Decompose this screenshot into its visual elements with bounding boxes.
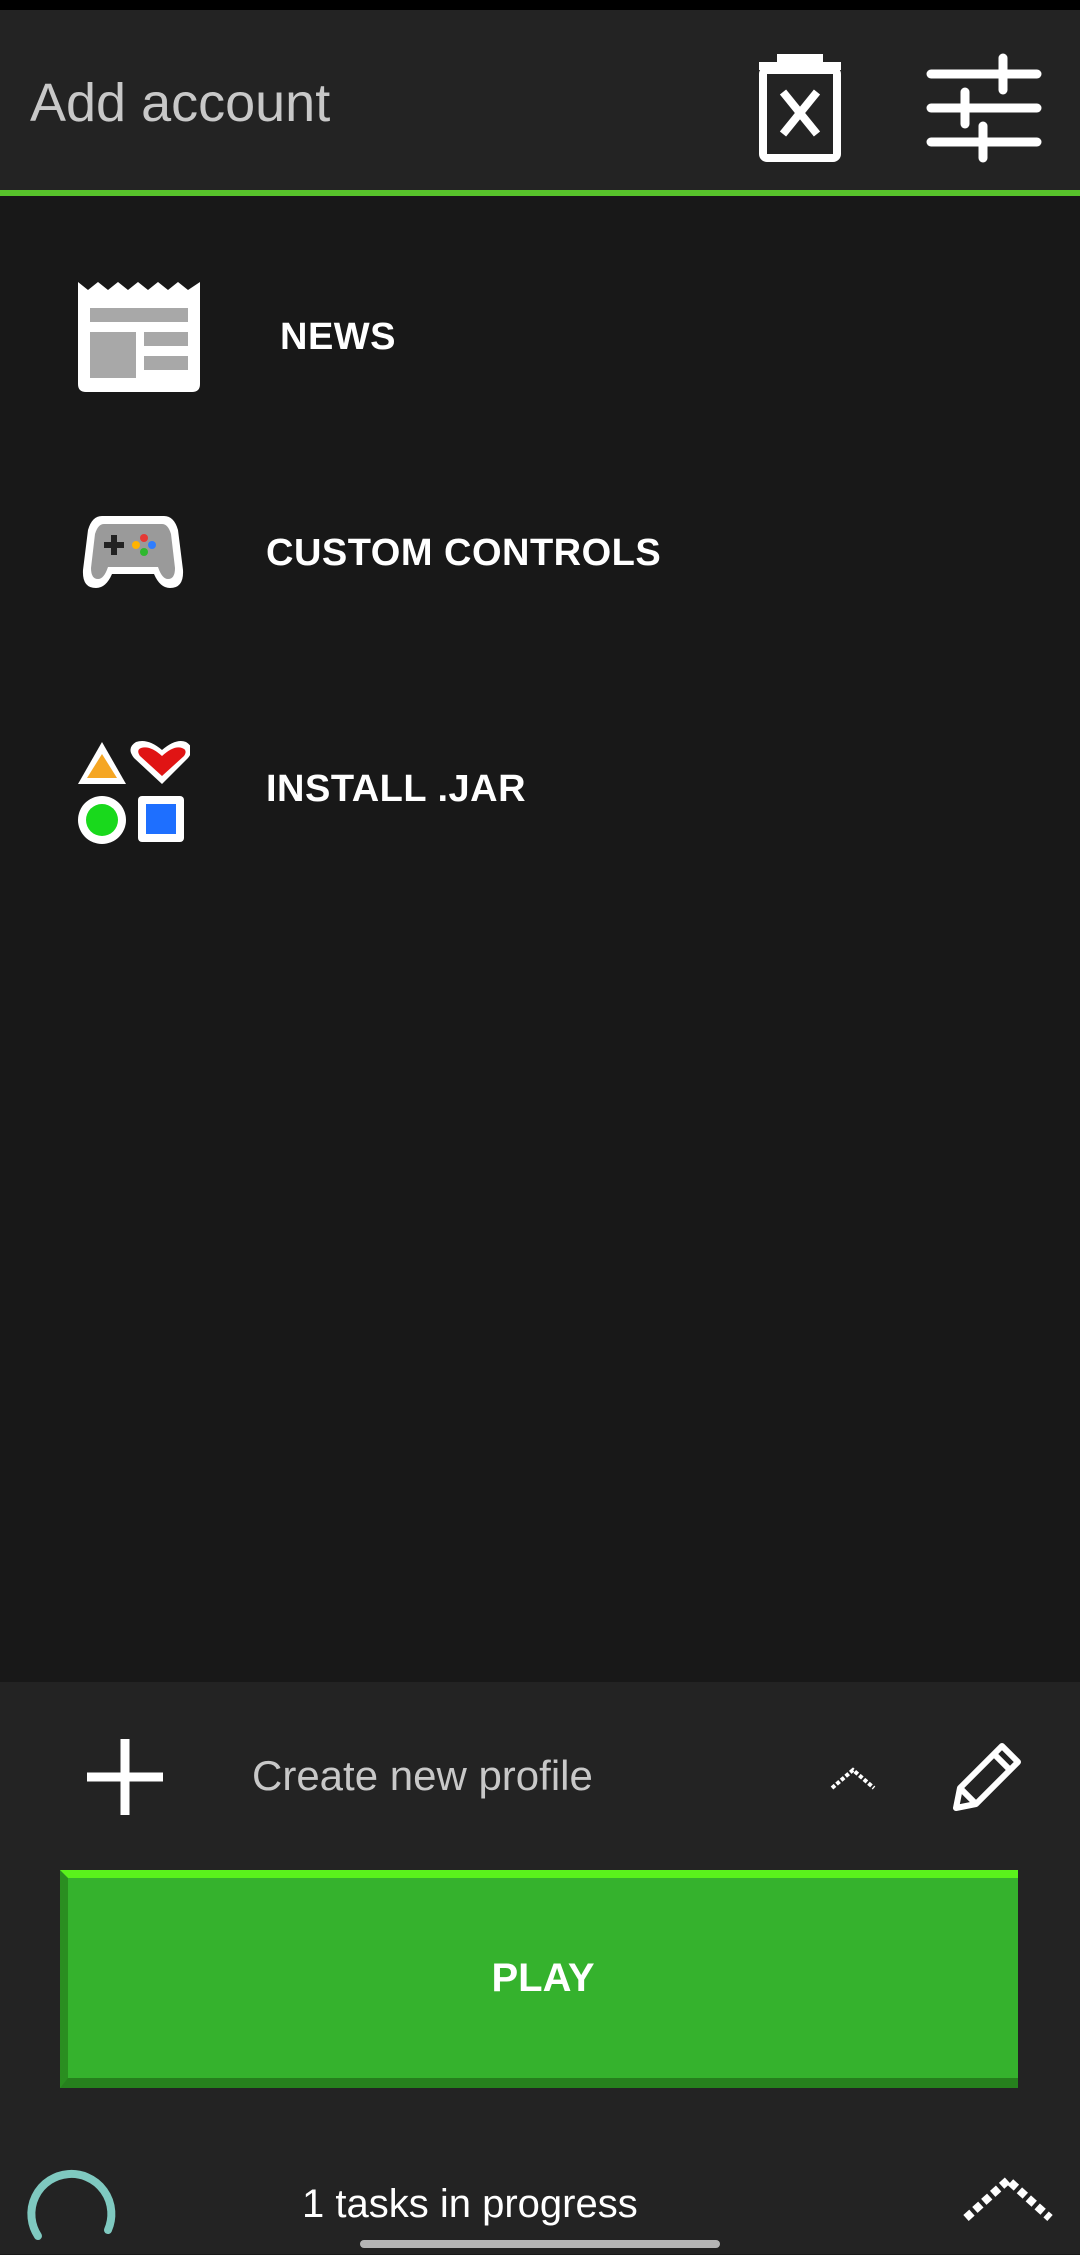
add-account-button[interactable]: Add account [30, 72, 330, 134]
play-button-label: PLAY [491, 1955, 595, 2000]
play-button[interactable]: PLAY [60, 1870, 1018, 2088]
profile-selector[interactable]: Create new profile [252, 1752, 593, 1800]
progress-spinner [24, 2154, 120, 2250]
progress-status-text[interactable]: 1 tasks in progress [302, 2182, 638, 2227]
delete-account-button[interactable] [755, 52, 845, 162]
menu-item-news[interactable]: NEWS [0, 216, 1080, 416]
pencil-icon [953, 1743, 1021, 1811]
sliders-icon [926, 53, 1042, 163]
menu-item-custom-controls[interactable]: CUSTOM CONTROLS [0, 454, 1080, 654]
bottom-panel: Create new profile PLAY 1 tasks in progr… [0, 1682, 1080, 2254]
add-profile-button[interactable] [85, 1737, 165, 1817]
progress-expand-button[interactable] [962, 2172, 1054, 2224]
top-bar: Add account [0, 10, 1080, 196]
newspaper-icon [78, 282, 200, 392]
edit-profile-button[interactable] [948, 1738, 1026, 1816]
loading-spinner-icon [27, 2169, 116, 2240]
menu-item-install-jar[interactable]: INSTALL .JAR [0, 692, 1080, 892]
status-bar [0, 0, 1080, 10]
settings-button[interactable] [925, 50, 1045, 170]
menu-item-label: NEWS [280, 316, 396, 358]
plus-icon [87, 1739, 163, 1815]
profile-dropdown-button[interactable] [828, 1764, 878, 1794]
navigation-handle[interactable] [360, 2240, 720, 2248]
chevron-up-icon [830, 1767, 876, 1790]
menu-item-label: CUSTOM CONTROLS [266, 532, 662, 574]
chevron-up-icon [963, 2174, 1053, 2221]
trash-x-icon [759, 54, 841, 162]
gamepad-icon [82, 516, 184, 588]
menu-item-label: INSTALL .JAR [266, 768, 527, 810]
shapes-icon [78, 741, 190, 844]
